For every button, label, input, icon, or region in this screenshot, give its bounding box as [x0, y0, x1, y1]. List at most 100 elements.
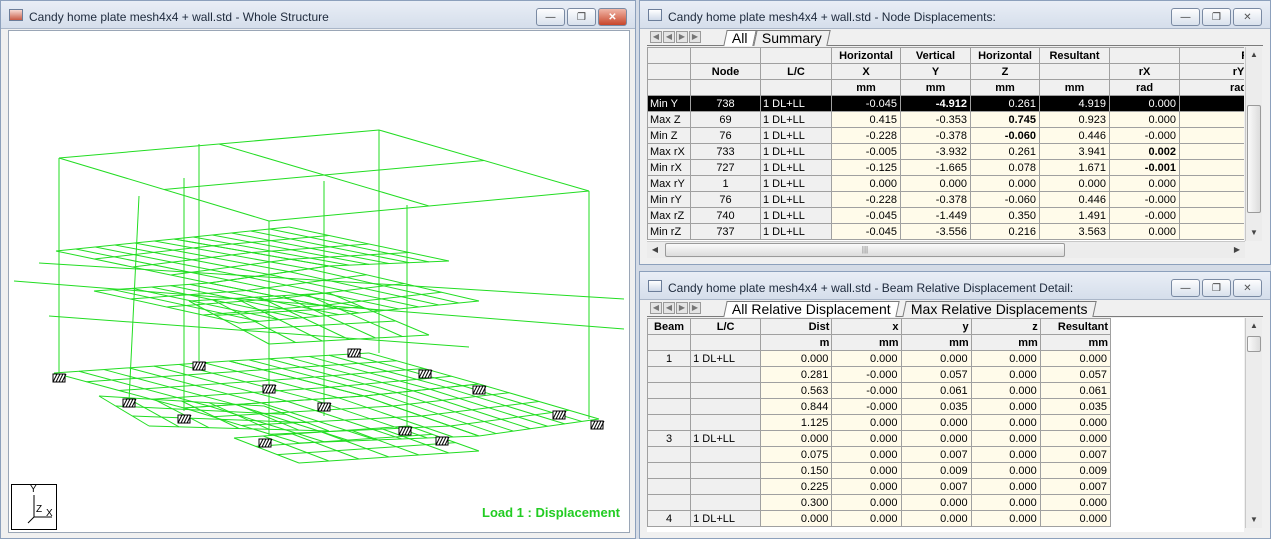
cell-res[interactable]: 1.671: [1039, 159, 1110, 176]
cell-dist[interactable]: 0.000: [760, 430, 833, 447]
scroll-up-icon[interactable]: ▲: [1246, 318, 1262, 334]
cell-lc[interactable]: [690, 414, 762, 431]
beam-grid[interactable]: Beam L/C Dist x y z Resultant m mm mm mm mm 11 DL+L…: [647, 318, 1244, 532]
column-header[interactable]: mm: [1039, 334, 1112, 351]
cell-x[interactable]: 0.000: [831, 414, 902, 431]
cell-ry[interactable]: -0.000: [1179, 143, 1244, 160]
cell-res[interactable]: 0.000: [1039, 510, 1112, 527]
cell-ry[interactable]: -0.000: [1179, 191, 1244, 208]
cell-node[interactable]: 733: [690, 143, 761, 160]
cell-res[interactable]: 1.491: [1039, 207, 1110, 224]
column-header[interactable]: mm: [970, 334, 1041, 351]
cell-z[interactable]: 0.000: [970, 366, 1041, 383]
column-header[interactable]: Resultant: [1039, 318, 1112, 335]
cell-lc[interactable]: [690, 494, 762, 511]
cell-x[interactable]: -0.228: [831, 191, 901, 208]
cell-lc[interactable]: [690, 462, 762, 479]
tab-max-relative-displacements[interactable]: Max Relative Displacements: [902, 301, 1097, 317]
cell-x[interactable]: -0.045: [831, 223, 901, 240]
cell-z[interactable]: 0.000: [970, 446, 1041, 463]
cell-z[interactable]: 0.745: [970, 111, 1040, 128]
cell-label[interactable]: Max rY: [647, 175, 691, 192]
next-tab-icon[interactable]: ▶: [676, 31, 688, 43]
cell-dist[interactable]: 1.125: [760, 414, 833, 431]
column-header[interactable]: rad: [1179, 79, 1244, 96]
column-header[interactable]: X: [831, 63, 901, 80]
cell-y[interactable]: 0.000: [900, 494, 972, 511]
cell-res[interactable]: 0.035: [1039, 398, 1112, 415]
table-row[interactable]: Max rZ 740 1 DL+LL -0.045 -1.449 0.350 1.491 -0…: [647, 207, 1244, 224]
cell-node[interactable]: 1: [690, 175, 761, 192]
cell-lc[interactable]: 1 DL+LL: [760, 143, 832, 160]
cell-z[interactable]: 0.078: [970, 159, 1040, 176]
cell-beam[interactable]: [647, 494, 692, 511]
cell-res[interactable]: 0.061: [1039, 382, 1112, 399]
column-header[interactable]: L/C: [690, 318, 762, 335]
close-button[interactable]: ✕: [1233, 8, 1262, 26]
cell-ry[interactable]: 0.000: [1179, 175, 1244, 192]
column-header[interactable]: Z: [970, 63, 1040, 80]
first-tab-icon[interactable]: ◀: [650, 302, 662, 314]
cell-ry[interactable]: -0.000: [1179, 111, 1244, 128]
cell-node[interactable]: 727: [690, 159, 761, 176]
cell-beam[interactable]: 4: [647, 510, 692, 527]
scroll-thumb[interactable]: |||: [665, 243, 1065, 257]
cell-y[interactable]: 0.000: [900, 175, 971, 192]
cell-y[interactable]: 0.057: [900, 366, 972, 383]
node-grid[interactable]: HorizontalVerticalHorizontalResultantRot…: [647, 47, 1244, 241]
table-row[interactable]: Min rX 727 1 DL+LL -0.125 -1.665 0.078 1.671 -0…: [647, 159, 1244, 176]
cell-rx[interactable]: -0.000: [1109, 127, 1180, 144]
cell-label[interactable]: Max rX: [647, 143, 691, 160]
cell-res[interactable]: 0.000: [1039, 494, 1112, 511]
scroll-right-icon[interactable]: ▶: [1229, 242, 1245, 258]
cell-dist[interactable]: 0.225: [760, 478, 833, 495]
cell-x[interactable]: 0.000: [831, 462, 902, 479]
cell-lc[interactable]: 1 DL+LL: [690, 510, 762, 527]
cell-lc[interactable]: [690, 366, 762, 383]
cell-z[interactable]: 0.000: [970, 430, 1041, 447]
cell-dist[interactable]: 0.844: [760, 398, 833, 415]
cell-lc[interactable]: 1 DL+LL: [690, 350, 762, 367]
column-header[interactable]: [647, 63, 691, 80]
cell-rx[interactable]: 0.000: [1109, 111, 1180, 128]
cell-ry[interactable]: -0.000: [1179, 127, 1244, 144]
column-header[interactable]: mm: [970, 79, 1040, 96]
tab-summary[interactable]: Summary: [753, 30, 831, 46]
table-row[interactable]: 31 DL+LL 0.000 0.000 0.000 0.000 0.000: [647, 430, 1112, 447]
cell-ry[interactable]: -0.000: [1179, 95, 1244, 112]
cell-y[interactable]: 0.000: [900, 350, 972, 367]
cell-node[interactable]: 740: [690, 207, 761, 224]
cell-rx[interactable]: 0.002: [1109, 143, 1180, 160]
column-header[interactable]: rX: [1109, 63, 1180, 80]
column-header[interactable]: [647, 334, 692, 351]
cell-node[interactable]: 738: [690, 95, 761, 112]
cell-lc[interactable]: 1 DL+LL: [760, 111, 832, 128]
cell-x[interactable]: 0.000: [831, 175, 901, 192]
table-row[interactable]: 11 DL+LL 0.000 0.000 0.000 0.000 0.000: [647, 350, 1112, 367]
column-header[interactable]: [690, 334, 762, 351]
cell-y[interactable]: -0.378: [900, 127, 971, 144]
cell-ry[interactable]: -0.000: [1179, 207, 1244, 224]
cell-x[interactable]: -0.045: [831, 207, 901, 224]
column-header[interactable]: Vertical: [900, 47, 971, 64]
cell-res[interactable]: 0.000: [1039, 414, 1112, 431]
cell-beam[interactable]: 3: [647, 430, 692, 447]
cell-z[interactable]: 0.000: [970, 175, 1040, 192]
cell-dist[interactable]: 0.000: [760, 510, 833, 527]
cell-y[interactable]: -3.932: [900, 143, 971, 160]
cell-y[interactable]: -0.378: [900, 191, 971, 208]
cell-label[interactable]: Min rY: [647, 191, 691, 208]
cell-lc[interactable]: [690, 382, 762, 399]
table-row[interactable]: 0.281 -0.000 0.057 0.000 0.057: [647, 366, 1112, 383]
cell-res[interactable]: 0.057: [1039, 366, 1112, 383]
column-header[interactable]: x: [831, 318, 902, 335]
last-tab-icon[interactable]: ▶: [689, 31, 701, 43]
table-row[interactable]: Max Z 69 1 DL+LL 0.415 -0.353 0.745 0.923 0.000…: [647, 111, 1244, 128]
cell-res[interactable]: 0.446: [1039, 191, 1110, 208]
cell-dist[interactable]: 0.150: [760, 462, 833, 479]
column-header[interactable]: mm: [831, 79, 901, 96]
column-header[interactable]: Horizontal: [970, 47, 1040, 64]
scroll-down-icon[interactable]: ▼: [1246, 512, 1262, 528]
cell-beam[interactable]: [647, 446, 692, 463]
column-header[interactable]: Node: [690, 63, 761, 80]
